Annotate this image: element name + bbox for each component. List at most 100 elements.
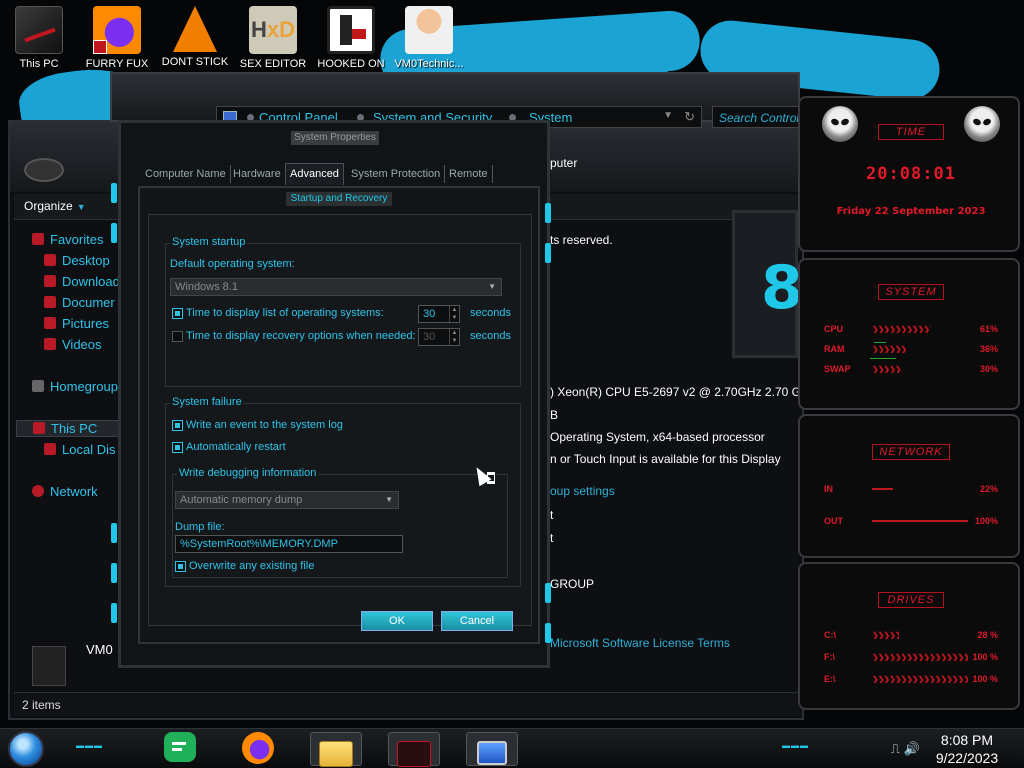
default-os-select[interactable]: Windows 8.1 ▼ [170,278,502,296]
notes-app-icon[interactable] [164,732,196,762]
select-value: Windows 8.1 [175,281,238,293]
status-bar: 2 items [14,692,802,716]
gadget-title: NETWORK [872,444,950,460]
desktop-icon-furry-fux[interactable]: FURRY FUX [78,4,156,70]
search-input[interactable]: Search Control... [712,106,809,128]
tab-hardware[interactable]: Hardware [229,165,286,183]
recovery-options-stepper[interactable]: 30 ▲ ▼ [418,328,460,346]
doctor-icon [405,6,453,54]
stepper-value: 30 [423,308,436,320]
tab-advanced[interactable]: Advanced [285,163,344,185]
cancel-button[interactable]: Cancel [441,611,513,631]
time-gadget[interactable]: TIME 20:08:01 Friday 22 September 2023 [798,96,1020,252]
select-value: Automatic memory dump [180,494,303,506]
shortcut-badge-icon [93,40,107,54]
tab-system-protection[interactable]: System Protection [347,165,446,183]
system-startup-group: System startup Default operating system:… [165,236,521,387]
frame-light [545,583,551,603]
firefox-icon[interactable] [242,732,274,764]
stat-name: SWAP [824,364,851,374]
usage-bar: ❯❯❯❯❯❯❯❯❯❯❯❯❯❯❯❯❯❯❯❯❯❯❯❯ [872,325,931,333]
spin-arrows-icon[interactable]: ▲ ▼ [449,329,459,345]
desktop-icon-dont-stick[interactable]: DONT STICK [156,4,234,68]
nav-label: Network [50,484,98,499]
homegroup-icon [32,380,44,392]
refresh-icon[interactable]: ↻ [684,109,695,125]
tab-remote[interactable]: Remote [445,165,493,183]
nav-item-favorites[interactable]: Favorites [32,232,103,247]
desktop-icon [44,254,56,266]
license-terms-link[interactable]: Microsoft Software License Terms [550,636,730,650]
organize-button[interactable]: Organize ▼ [24,199,86,213]
nav-item-homegroup[interactable]: Homegroup [32,379,118,394]
nav-item-desktop[interactable]: Desktop [44,253,110,268]
taskbar-app-file-explorer[interactable] [310,732,362,767]
frame-light [545,203,551,223]
stat-value: 30% [979,364,998,374]
display-list-checkbox[interactable] [172,308,183,319]
taskbar: ▬▬▬ ▬▬▬ ⎍🔊 8:08 PM 9/22/2023 [0,728,1024,768]
nav-item-videos[interactable]: Videos [44,337,102,352]
write-event-checkbox[interactable] [172,420,183,431]
stat-row-ram: RAM ❯❯❯❯❯❯❯❯❯❯❯❯❯❯❯❯❯❯❯❯❯❯❯❯ 36% [824,344,998,356]
overwrite-checkbox[interactable] [175,561,186,572]
tab-computer-name[interactable]: Computer Name [141,165,231,183]
taskbar-app-red[interactable] [388,732,440,767]
computer-icon [15,6,63,54]
drives-gadget[interactable]: DRIVES C:\ ❯❯❯❯❯❯❯❯❯❯❯❯❯❯❯❯❯❯❯❯❯❯❯❯ 28 %… [798,562,1020,710]
computer-icon [33,422,45,434]
alien-logo-icon [24,158,64,182]
star-icon [32,233,44,245]
taskbar-clock[interactable]: 8:08 PM 9/22/2023 [922,731,1012,767]
nav-item-documents[interactable]: Documer [44,295,115,310]
hooked-icon [327,6,375,54]
stat-name: IN [824,484,833,494]
recovery-options-checkbox[interactable] [172,331,183,342]
auto-restart-checkbox[interactable] [172,442,183,453]
system-gadget[interactable]: SYSTEM CPU ❯❯❯❯❯❯❯❯❯❯❯❯❯❯❯❯❯❯❯❯❯❯❯❯ 61% … [798,258,1020,410]
stat-row-swap: SWAP ❯❯❯❯❯❯❯❯❯❯❯❯❯❯❯❯❯❯❯❯❯❯❯❯ 30% [824,364,998,376]
processor-text: ) Xeon(R) CPU E5-2697 v2 @ 2.70GHz 2.70 … [550,385,801,399]
usage-bar: ❯❯❯❯❯❯❯❯❯❯❯❯❯❯❯❯❯❯❯❯❯❯❯❯ [872,675,968,683]
volume-icon[interactable]: 🔊 [904,741,924,756]
network-gadget[interactable]: NETWORK IN 22% OUT 100% [798,414,1020,558]
network-tray-icon[interactable]: ⎍ [891,741,904,756]
nav-item-network[interactable]: Network [32,484,98,499]
stat-value: 100 % [972,652,998,662]
spin-arrows-icon[interactable]: ▲ ▼ [449,306,459,322]
desktop-icon-label: DONT STICK [161,56,229,68]
nav-item-pictures[interactable]: Pictures [44,316,109,331]
start-button[interactable] [8,731,44,767]
nav-item-this-pc[interactable]: This PC [16,420,122,437]
stat-value: 22% [979,484,998,494]
desktop-icon-this-pc[interactable]: This PC [0,4,78,70]
desktop-icon-vm0technic[interactable]: VM0Technic... [390,4,468,70]
taskbar-app-system[interactable] [466,732,518,766]
group-title: System startup [170,236,248,248]
nav-label: Videos [62,337,102,352]
stat-row-out: OUT 100% [824,516,998,528]
dump-file-label: Dump file: [175,521,225,533]
ok-button[interactable]: OK [361,611,433,631]
nav-label: Pictures [62,316,109,331]
red-app-icon [397,741,431,767]
nav-item-downloads[interactable]: Download [44,274,120,289]
dialog-title: Startup and Recovery [286,192,392,206]
debug-info-group: Write debugging information Automatic me… [172,467,508,578]
system-tray: ⎍🔊 [891,741,924,757]
desktop-icon-hooked-on[interactable]: HOOKED ON [312,4,390,70]
stepper-value: 30 [423,331,436,343]
nav-item-local-disk[interactable]: Local Dis [44,442,115,457]
windows-logo-panel: 8 [732,210,803,358]
dump-file-field[interactable]: %SystemRoot%\MEMORY.DMP [175,535,403,553]
gadget-date: Friday 22 September 2023 [836,206,986,217]
stat-value: 61% [979,324,998,334]
workgroup-settings-link[interactable]: oup settings [550,484,615,498]
search-placeholder: Search Control... [719,111,810,125]
stat-value: 100% [974,516,998,526]
usage-bar: ❯❯❯❯❯❯❯❯❯❯❯❯❯❯❯❯❯❯❯❯❯❯❯❯ [872,345,907,353]
chevron-down-icon[interactable]: ▼ [663,110,673,121]
display-list-stepper[interactable]: 30 ▲ ▼ [418,305,460,323]
debug-type-select[interactable]: Automatic memory dump ▼ [175,491,399,509]
desktop-icon-sex-editor[interactable]: HxD SEX EDITOR [234,4,312,70]
